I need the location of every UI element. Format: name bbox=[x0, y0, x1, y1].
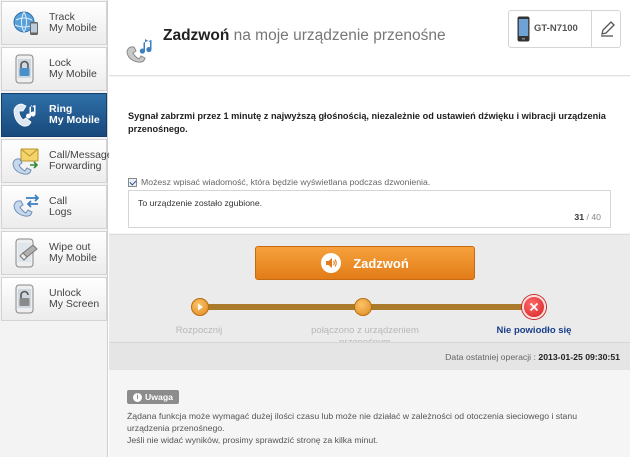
page-title-bold: Zadzwoń bbox=[163, 27, 230, 44]
sidebar-item-label: Forwarding bbox=[49, 160, 102, 172]
note-text-2: Jeśli nie widać wyników, prosimy sprawdz… bbox=[127, 435, 379, 445]
sidebar-item-lock[interactable]: Lock My Mobile bbox=[1, 47, 107, 91]
page-header: Zadzwoń na moje urządzenie przenośne GT-… bbox=[109, 0, 630, 76]
sidebar: Track My Mobile Lock My Mobile Ring My Mobi… bbox=[0, 0, 113, 457]
message-input[interactable]: To urządzenie zostało zgubione. 31 / 40 bbox=[128, 190, 611, 228]
ring-button-label: Zadzwoń bbox=[353, 255, 409, 271]
char-count-max: 40 bbox=[591, 212, 601, 222]
sidebar-item-unlock[interactable]: Unlock My Screen bbox=[1, 277, 107, 321]
ring-settings-panel: Sygnał zabrzmi przez 1 minutę z najwyższ… bbox=[109, 77, 630, 233]
last-operation: Data ostatniej operacji : 2013-01-25 09:… bbox=[445, 352, 620, 362]
description-text: Sygnał zabrzmi przez 1 minutę z najwyższ… bbox=[128, 111, 606, 134]
main-content: Zadzwoń na moje urządzenie przenośne GT-… bbox=[109, 0, 630, 457]
play-icon bbox=[198, 303, 203, 311]
page-title-rest: na moje urządzenie przenośne bbox=[233, 27, 446, 44]
step-label-start: Rozpocznij bbox=[175, 325, 223, 336]
sidebar-item-label: Logs bbox=[49, 206, 72, 218]
progress-steps: Rozpocznij połączono z urządzeniem przen… bbox=[109, 287, 630, 348]
forwarding-icon bbox=[9, 143, 43, 179]
close-icon bbox=[529, 302, 539, 312]
step-label-failed: Nie powiodło się bbox=[496, 325, 572, 336]
message-checkbox-label: Możesz wpisać wiadomość, która będzie wy… bbox=[141, 177, 431, 187]
message-checkbox[interactable] bbox=[128, 177, 137, 187]
sidebar-item-wipe[interactable]: Wipe out My Mobile bbox=[1, 231, 107, 275]
message-text: To urządzenie zostało zgubione. bbox=[138, 198, 263, 208]
globe-phone-icon bbox=[9, 5, 43, 41]
call-logs-icon bbox=[9, 189, 43, 225]
last-operation-value: 2013-01-25 09:30:51 bbox=[538, 352, 620, 362]
ring-music-icon bbox=[125, 36, 159, 71]
device-phone-icon bbox=[517, 16, 530, 47]
device-name: GT-N7100 bbox=[534, 23, 578, 34]
note-text-1: Żądana funkcja może wymagać dużej ilości… bbox=[127, 411, 578, 433]
note-badge-label: Uwaga bbox=[145, 392, 174, 402]
info-icon: i bbox=[133, 392, 142, 402]
sidebar-item-label: My Mobile bbox=[49, 252, 97, 264]
action-area: Zadzwoń Rozpocznij połączono z urządzeni… bbox=[109, 234, 630, 348]
ring-phone-icon bbox=[9, 97, 43, 133]
note-badge: i Uwaga bbox=[127, 390, 180, 404]
sidebar-item-label: My Mobile bbox=[49, 114, 100, 126]
last-operation-bar: Data ostatniej operacji : 2013-01-25 09:… bbox=[109, 342, 630, 370]
device-selector[interactable]: GT-N7100 bbox=[508, 10, 621, 48]
sidebar-item-call-logs[interactable]: Call Logs bbox=[1, 185, 107, 229]
speaker-icon bbox=[321, 253, 342, 273]
sidebar-item-label: My Mobile bbox=[49, 22, 97, 34]
unlock-screen-icon bbox=[9, 281, 43, 317]
sidebar-item-label: My Screen bbox=[49, 298, 100, 310]
step-dot-connected bbox=[354, 298, 372, 316]
char-counter: 31 / 40 bbox=[574, 212, 601, 222]
sidebar-item-forwarding[interactable]: Call/Message Forwarding bbox=[1, 139, 113, 183]
sidebar-item-ring[interactable]: Ring My Mobile bbox=[1, 93, 107, 137]
char-count-current: 31 bbox=[574, 212, 585, 222]
sidebar-item-track[interactable]: Track My Mobile bbox=[1, 1, 107, 45]
step-dot-failed bbox=[522, 295, 546, 319]
step-dot-start bbox=[191, 298, 209, 316]
note-section: i Uwaga Żądana funkcja może wymagać duże… bbox=[109, 371, 630, 457]
sidebar-item-label: My Mobile bbox=[49, 68, 97, 80]
ring-button[interactable]: Zadzwoń bbox=[255, 246, 475, 280]
pencil-icon[interactable] bbox=[598, 20, 616, 43]
lock-phone-icon bbox=[9, 51, 43, 87]
message-checkbox-row[interactable]: Możesz wpisać wiadomość, która będzie wy… bbox=[128, 177, 430, 187]
page-title: Zadzwoń na moje urządzenie przenośne bbox=[163, 26, 483, 46]
last-operation-label: Data ostatniej operacji : bbox=[445, 352, 536, 362]
wipe-phone-icon bbox=[9, 235, 43, 271]
divider bbox=[591, 11, 592, 47]
